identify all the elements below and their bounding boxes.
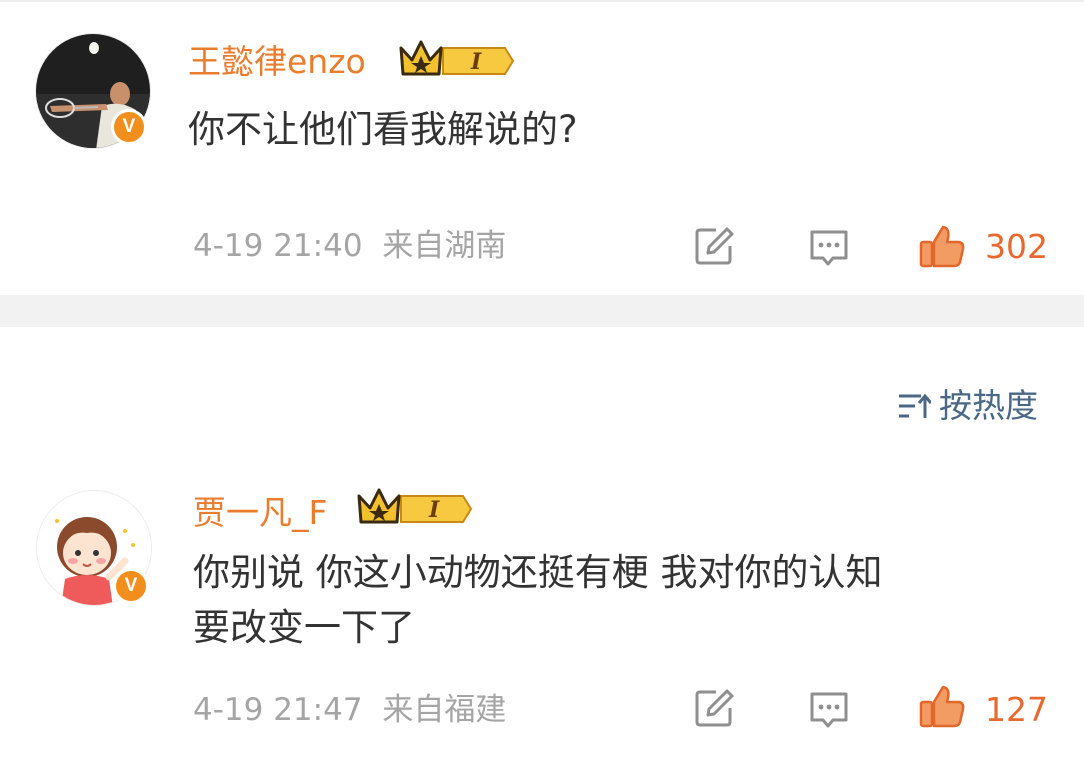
thumbs-up-icon	[919, 225, 965, 268]
thumbs-up-icon	[919, 685, 965, 728]
comment-icon	[810, 230, 848, 266]
verified-badge-icon: V	[111, 109, 147, 145]
comment-text: 你别说 你这小动物还挺有梗 我对你的认知 要改变一下了	[193, 545, 883, 655]
comment-icon	[810, 692, 848, 728]
comment-text-line: 你不让他们看我解说的?	[188, 108, 578, 151]
like-button[interactable]	[918, 684, 966, 728]
badge-level: I	[428, 497, 440, 523]
comment-time: 4-19 21:40	[193, 228, 363, 264]
repost-button[interactable]	[694, 688, 736, 728]
comment-text-line: 要改变一下了	[193, 606, 415, 649]
like-count: 127	[985, 690, 1048, 729]
reply-button[interactable]	[808, 228, 850, 268]
comment-meta: 4-19 21:40 来自湖南	[193, 226, 506, 266]
crown-icon: I	[399, 40, 515, 76]
crown-icon: I	[357, 488, 473, 524]
member-crown-badge[interactable]: I	[399, 40, 515, 82]
sort-toggle[interactable]: 按热度	[897, 384, 1038, 428]
comment-meta: 4-19 21:47 来自福建	[193, 690, 506, 730]
repost-icon	[695, 227, 734, 265]
like-button[interactable]	[918, 224, 966, 268]
repost-icon	[695, 689, 734, 727]
section-divider	[0, 295, 1084, 327]
comment-text-line: 你别说 你这小动物还挺有梗 我对你的认知	[193, 551, 883, 594]
comment-location: 来自福建	[382, 692, 507, 728]
username[interactable]: 王懿律enzo	[188, 42, 366, 82]
comment-time: 4-19 21:47	[193, 692, 363, 728]
comment-text: 你不让他们看我解说的?	[188, 102, 578, 157]
comment-item: V 贾一凡_F I 你别说 你这小动物还挺有梗 我对你的认知 要改变一下了 4-…	[0, 470, 1084, 777]
comment-location: 来自湖南	[382, 228, 507, 264]
repost-button[interactable]	[694, 226, 736, 266]
badge-level: I	[470, 49, 482, 75]
sort-label[interactable]: 按热度	[939, 384, 1038, 428]
verified-badge-icon: V	[113, 568, 149, 604]
username[interactable]: 贾一凡_F	[193, 493, 327, 533]
reply-button[interactable]	[808, 690, 850, 730]
sort-icon	[899, 393, 931, 418]
comment-item: V 王懿律enzo I 你不让他们看我解说的? 4-19 21:40 来自湖南	[0, 2, 1084, 295]
like-count: 302	[985, 227, 1048, 266]
member-crown-badge[interactable]: I	[357, 488, 473, 530]
